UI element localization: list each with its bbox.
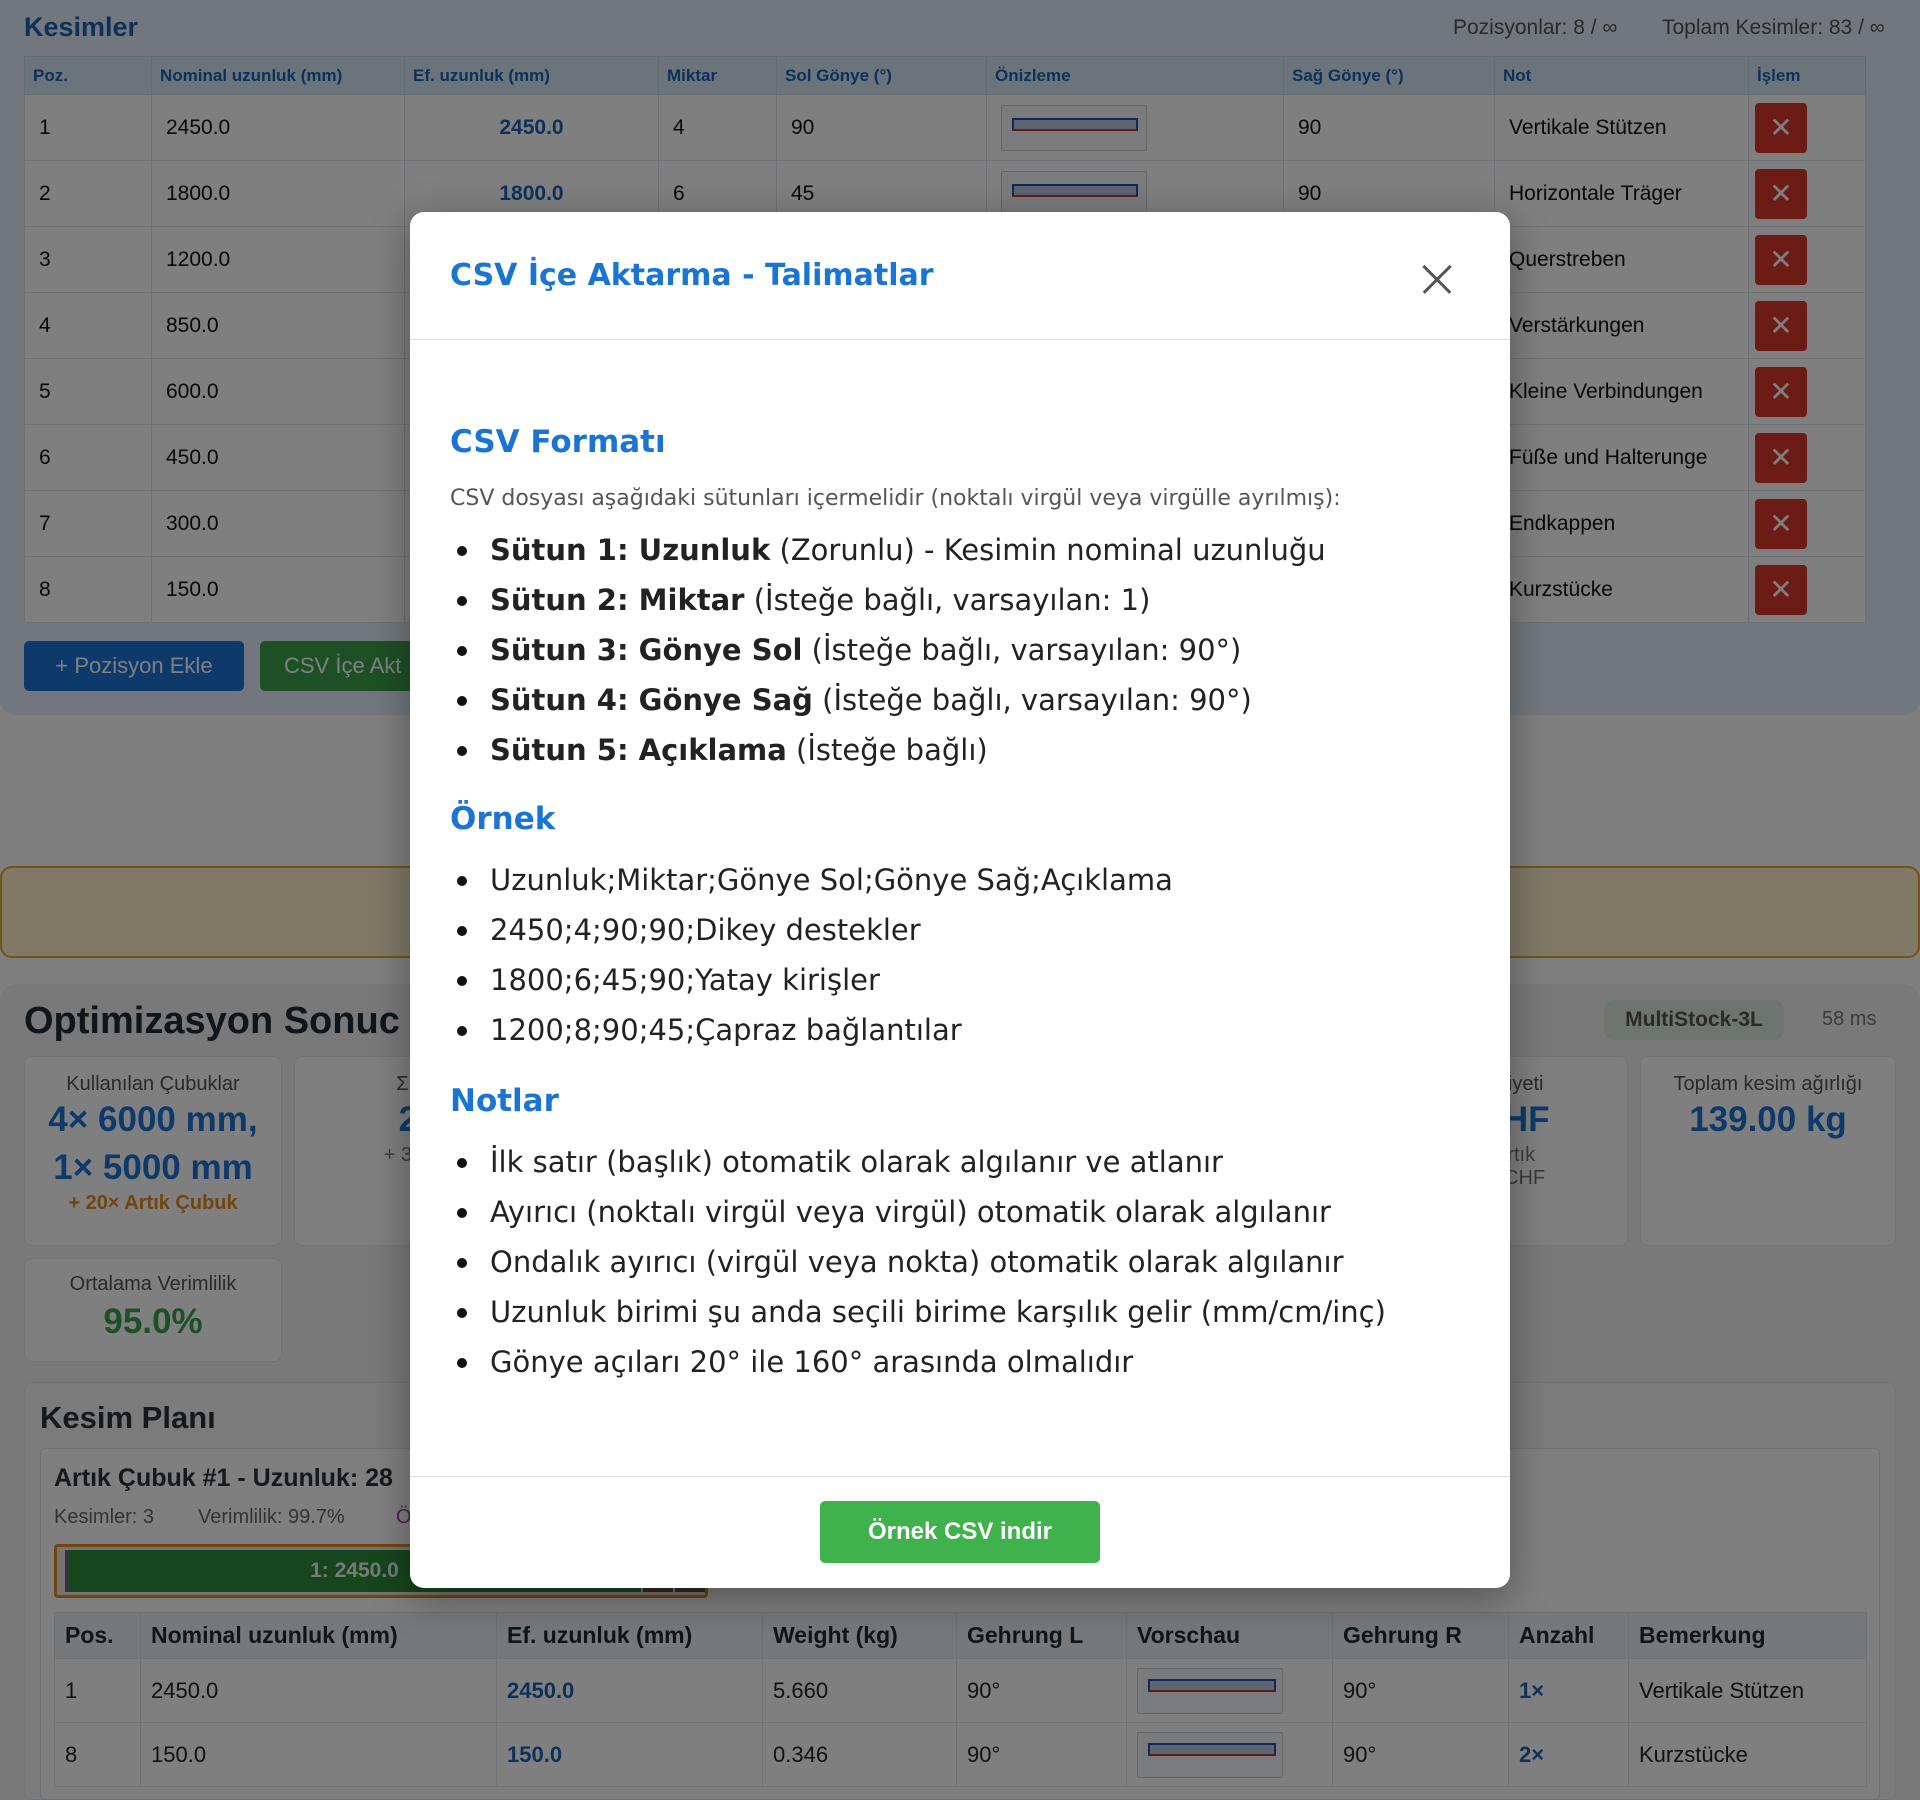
column-item: Sütun 4: Gönye Sağ (İsteğe bağlı, varsay… [450,675,1480,725]
column-desc: (Zorunlu) - Kesimin nominal uzunluğu [770,533,1326,567]
column-desc: (İsteğe bağlı, varsayılan: 90°) [802,633,1242,667]
note-line: Ayırıcı (noktalı virgül veya virgül) oto… [450,1187,1480,1237]
column-item: Sütun 2: Miktar (İsteğe bağlı, varsayıla… [450,575,1480,625]
column-item: Sütun 3: Gönye Sol (İsteğe bağlı, varsay… [450,625,1480,675]
modal-header: CSV İçe Aktarma - Talimatlar [410,212,1510,340]
column-desc: (İsteğe bağlı, varsayılan: 90°) [812,683,1252,717]
format-heading: CSV Formatı [450,424,666,460]
column-desc: (İsteğe bağlı, varsayılan: 1) [744,583,1151,617]
note-line: İlk satır (başlık) otomatik olarak algıl… [450,1137,1480,1187]
format-intro: CSV dosyası aşağıdaki sütunları içermeli… [450,486,1341,511]
modal-title: CSV İçe Aktarma - Talimatlar [450,258,934,293]
close-icon[interactable] [1414,256,1460,302]
column-name: Sütun 4: Gönye Sağ [490,683,813,717]
column-name: Sütun 1: Uzunluk [490,533,771,567]
note-line: Uzunluk birimi şu anda seçili birime kar… [450,1287,1480,1337]
example-line: 2450;4;90;90;Dikey destekler [450,905,1480,955]
column-item: Sütun 5: Açıklama (İsteğe bağlı) [450,725,1480,775]
column-name: Sütun 2: Miktar [490,583,745,617]
example-list: Uzunluk;Miktar;Gönye Sol;Gönye Sağ;Açıkl… [450,855,1480,1055]
note-line: Ondalık ayırıcı (virgül veya nokta) otom… [450,1237,1480,1287]
modal-body: CSV Formatı CSV dosyası aşağıdaki sütunl… [450,340,1480,1387]
columns-list: Sütun 1: Uzunluk (Zorunlu) - Kesimin nom… [450,525,1480,775]
example-heading: Örnek [450,801,556,837]
example-line: 1800;6;45;90;Yatay kirişler [450,955,1480,1005]
csv-import-modal: CSV İçe Aktarma - Talimatlar CSV Formatı… [410,212,1510,1588]
column-name: Sütun 3: Gönye Sol [490,633,803,667]
note-line: Gönye açıları 20° ile 160° arasında olma… [450,1337,1480,1387]
download-sample-csv-button[interactable]: Örnek CSV indir [820,1501,1100,1563]
column-desc: (İsteğe bağlı) [786,733,988,767]
modal-footer: Örnek CSV indir [410,1476,1510,1588]
notes-list: İlk satır (başlık) otomatik olarak algıl… [450,1137,1480,1387]
column-name: Sütun 5: Açıklama [490,733,787,767]
example-line: Uzunluk;Miktar;Gönye Sol;Gönye Sağ;Açıkl… [450,855,1480,905]
example-line: 1200;8;90;45;Çapraz bağlantılar [450,1005,1480,1055]
notes-heading: Notlar [450,1083,559,1119]
column-item: Sütun 1: Uzunluk (Zorunlu) - Kesimin nom… [450,525,1480,575]
